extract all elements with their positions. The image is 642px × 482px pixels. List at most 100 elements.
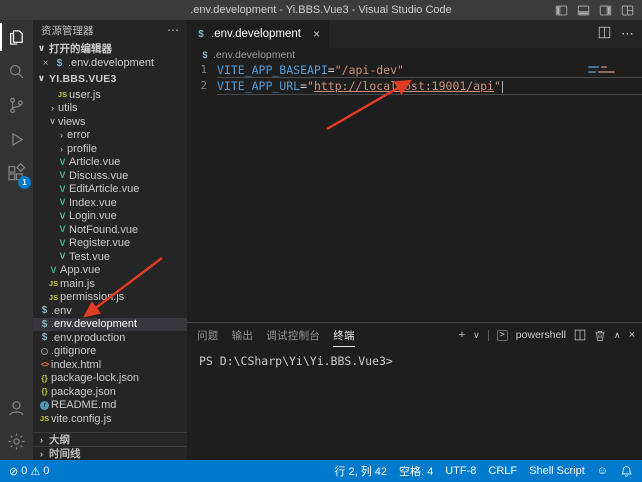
split-editor-icon[interactable] bbox=[598, 26, 611, 42]
env-file-icon: $ bbox=[38, 304, 51, 317]
activity-bar-bottom bbox=[0, 390, 33, 458]
tab-env-development[interactable]: $ .env.development × bbox=[187, 20, 329, 48]
tree-item-package-lock.json[interactable]: {}package-lock.json bbox=[33, 372, 187, 386]
more-actions-icon[interactable]: ⋯ bbox=[621, 26, 634, 42]
js-file-icon: JS bbox=[47, 291, 60, 304]
vue-file-icon: V bbox=[56, 183, 69, 196]
explorer-activity-button[interactable] bbox=[0, 20, 33, 54]
close-icon[interactable]: × bbox=[313, 27, 320, 41]
close-panel-icon[interactable]: × bbox=[629, 329, 635, 341]
tree-item-EditArticle.vue[interactable]: VEditArticle.vue bbox=[33, 183, 187, 197]
status-item[interactable]: CRLF bbox=[488, 465, 517, 477]
tree-item-.env.production[interactable]: $.env.production bbox=[33, 331, 187, 345]
git-branch-icon bbox=[6, 95, 27, 116]
error-icon: ⊘ bbox=[9, 465, 18, 478]
source-control-activity-button[interactable] bbox=[0, 88, 33, 122]
account-button[interactable] bbox=[0, 390, 33, 424]
tree-item-permission.js[interactable]: JSpermission.js bbox=[33, 291, 187, 305]
terminal-profile-dropdown-icon[interactable]: ∨ bbox=[473, 330, 480, 341]
status-item[interactable]: 空格: 4 bbox=[399, 463, 433, 479]
md-file-icon: i bbox=[40, 401, 49, 410]
account-icon bbox=[6, 397, 27, 418]
status-bar: ⊘ 0 ⚠ 0 行 2, 列 42 空格: 4 UTF-8 CRLF Shell Scr… bbox=[0, 460, 642, 482]
env-file-icon: $ bbox=[196, 28, 206, 41]
code-token: http://localhost:19001/api bbox=[314, 79, 494, 93]
tree-item-Login.vue[interactable]: VLogin.vue bbox=[33, 210, 187, 224]
tree-item-Article.vue[interactable]: VArticle.vue bbox=[33, 156, 187, 170]
minimap[interactable] bbox=[588, 66, 634, 76]
tree-item-package.json[interactable]: {}package.json bbox=[33, 385, 187, 399]
toggle-secondary-sidebar-icon[interactable] bbox=[599, 4, 612, 17]
breadcrumb[interactable]: $ .env.development bbox=[187, 48, 642, 62]
notifications-bell-icon[interactable] bbox=[620, 465, 633, 478]
customize-layout-icon[interactable] bbox=[621, 4, 634, 17]
tree-item-error[interactable]: ›error bbox=[33, 129, 187, 143]
tree-item-NotFound.vue[interactable]: VNotFound.vue bbox=[33, 223, 187, 237]
sidebar-section-大纲[interactable]: ›大纲 bbox=[33, 432, 187, 446]
tree-item-Discuss.vue[interactable]: VDiscuss.vue bbox=[33, 169, 187, 183]
js-file-icon: JS bbox=[56, 88, 69, 101]
vue-file-icon: V bbox=[56, 237, 69, 250]
terminal-output[interactable]: PS D:\CSharp\Yi\Yi.BBS.Vue3> bbox=[187, 347, 642, 368]
maximize-panel-icon[interactable]: ∧ bbox=[614, 330, 621, 341]
tree-item-main.js[interactable]: JSmain.js bbox=[33, 277, 187, 291]
tree-item-utils[interactable]: ›utils bbox=[33, 102, 187, 116]
panel-tab-问题[interactable]: 问题 bbox=[197, 323, 219, 347]
js-file-icon: JS bbox=[47, 277, 60, 290]
tree-item-.env.development[interactable]: $.env.development bbox=[33, 318, 187, 332]
code-line-1[interactable]: 1VITE_APP_BASEAPI="/api-dev" bbox=[187, 62, 642, 78]
status-item[interactable]: 行 2, 列 42 bbox=[334, 463, 387, 479]
editor-tab-bar: $ .env.development × ⋯ bbox=[187, 20, 642, 48]
panel-tab-终端[interactable]: 终端 bbox=[333, 323, 355, 347]
tree-item-Test.vue[interactable]: VTest.vue bbox=[33, 250, 187, 264]
project-root-header[interactable]: ∨ YI.BBS.VUE3 bbox=[33, 70, 187, 87]
env-file-icon: $ bbox=[53, 57, 66, 70]
tree-item-.env[interactable]: $.env bbox=[33, 304, 187, 318]
terminal-instance-label[interactable]: powershell bbox=[516, 329, 566, 341]
tree-item-label: Login.vue bbox=[69, 210, 117, 222]
kill-terminal-icon[interactable] bbox=[594, 329, 606, 342]
open-editors-header[interactable]: ∨ 打开的编辑器 bbox=[33, 40, 187, 56]
status-item[interactable]: UTF-8 bbox=[445, 465, 476, 477]
settings-button[interactable] bbox=[0, 424, 33, 458]
tree-item-README.md[interactable]: iREADME.md bbox=[33, 399, 187, 413]
tree-item-label: Article.vue bbox=[69, 156, 120, 168]
tree-item-label: NotFound.vue bbox=[69, 224, 138, 236]
sidebar-section-时间线[interactable]: ›时间线 bbox=[33, 446, 187, 460]
window-title: .env.development - Yi.BBS.Vue3 - Visual … bbox=[190, 4, 452, 16]
open-editor-item[interactable]: × $ .env.development bbox=[33, 56, 187, 70]
status-item[interactable]: Shell Script bbox=[529, 465, 585, 477]
tree-item-.gitignore[interactable]: .gitignore bbox=[33, 345, 187, 359]
tree-item-user.js[interactable]: JSuser.js bbox=[33, 88, 187, 102]
run-debug-activity-button[interactable] bbox=[0, 122, 33, 156]
tree-item-index.html[interactable]: <>index.html bbox=[33, 358, 187, 372]
extensions-activity-button[interactable]: 1 bbox=[0, 156, 33, 190]
tree-item-profile[interactable]: ›profile bbox=[33, 142, 187, 156]
tree-item-Register.vue[interactable]: VRegister.vue bbox=[33, 237, 187, 251]
tree-item-Index.vue[interactable]: VIndex.vue bbox=[33, 196, 187, 210]
tree-item-App.vue[interactable]: VApp.vue bbox=[33, 264, 187, 278]
sidebar-more-actions-icon[interactable]: ⋯ bbox=[167, 23, 179, 37]
json-file-icon: {} bbox=[38, 385, 51, 398]
toggle-sidebar-icon[interactable] bbox=[555, 4, 568, 17]
tree-item-vite.config.js[interactable]: JSvite.config.js bbox=[33, 412, 187, 426]
problems-status[interactable]: ⊘ 0 ⚠ 0 bbox=[9, 465, 49, 478]
panel-tab-输出[interactable]: 输出 bbox=[232, 323, 254, 347]
tree-item-label: profile bbox=[67, 143, 97, 155]
new-terminal-button[interactable]: + bbox=[459, 329, 465, 341]
code-line-2[interactable]: 2VITE_APP_URL="http://localhost:19001/ap… bbox=[187, 78, 642, 94]
env-file-icon: $ bbox=[200, 49, 210, 62]
toggle-panel-icon[interactable] bbox=[577, 4, 590, 17]
error-count: 0 bbox=[21, 465, 27, 477]
editor-area: $ .env.development × ⋯ $ .env.developmen… bbox=[187, 20, 642, 460]
split-terminal-icon[interactable] bbox=[574, 329, 586, 341]
tree-item-views[interactable]: ∨views bbox=[33, 115, 187, 129]
close-icon[interactable]: × bbox=[40, 58, 51, 69]
breadcrumb-item[interactable]: .env.development bbox=[213, 49, 295, 61]
tree-item-label: permission.js bbox=[60, 291, 124, 303]
search-activity-button[interactable] bbox=[0, 54, 33, 88]
feedback-smiley-icon[interactable]: ☺ bbox=[597, 465, 608, 477]
vue-file-icon: V bbox=[56, 250, 69, 263]
search-icon bbox=[6, 61, 27, 82]
panel-tab-调试控制台[interactable]: 调试控制台 bbox=[266, 323, 320, 347]
